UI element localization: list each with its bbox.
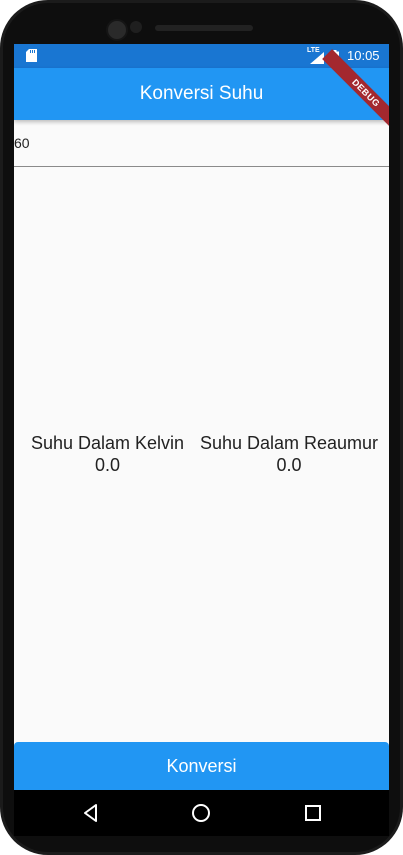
reaumur-value: 0.0: [276, 455, 302, 475]
front-camera: [106, 19, 128, 41]
app-screen: LTE 10:05 Konversi Suhu DEBUG Suhu Dalam…: [14, 44, 389, 790]
convert-button[interactable]: Konversi: [14, 742, 389, 790]
status-clock: 10:05: [347, 48, 380, 63]
home-icon[interactable]: [191, 803, 211, 823]
back-icon[interactable]: [81, 803, 101, 823]
proximity-sensor: [130, 21, 142, 33]
kelvin-result: Suhu Dalam Kelvin 0.0: [14, 432, 201, 476]
kelvin-label: Suhu Dalam Kelvin: [30, 433, 185, 453]
temperature-input-field[interactable]: [14, 120, 389, 167]
navigation-bar: [14, 790, 389, 836]
reaumur-label: Suhu Dalam Reaumur: [199, 433, 379, 453]
temperature-input[interactable]: [14, 132, 374, 154]
app-bar: Konversi Suhu DEBUG: [14, 49, 389, 137]
page-title: Konversi Suhu: [139, 83, 264, 104]
device-frame: LTE 10:05 Konversi Suhu DEBUG Suhu Dalam…: [0, 0, 403, 855]
reaumur-result: Suhu Dalam Reaumur 0.0: [191, 432, 387, 476]
kelvin-value: 0.0: [94, 455, 121, 475]
recent-apps-icon[interactable]: [304, 804, 322, 822]
sd-card-icon: [26, 49, 37, 62]
earpiece-speaker: [155, 25, 253, 31]
